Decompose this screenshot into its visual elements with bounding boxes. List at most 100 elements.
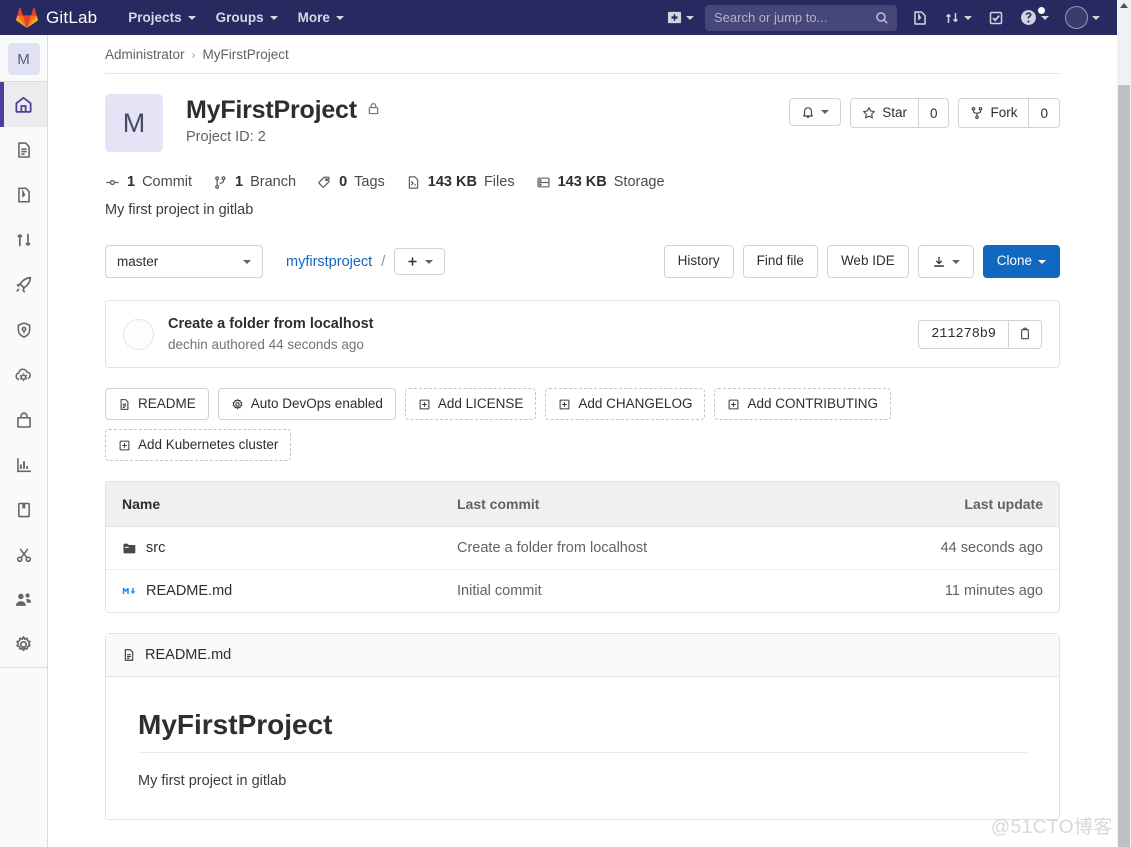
gitlab-logo-link[interactable]: GitLab (0, 7, 111, 28)
merge-requests-button[interactable] (937, 4, 979, 32)
breadcrumb-separator: › (191, 47, 196, 62)
sidebar-item-packages[interactable] (0, 397, 47, 442)
sidebar-item-wiki[interactable] (0, 487, 47, 532)
commit-sha-group: 211278b9 (918, 319, 1042, 349)
scroll-up-arrow-icon[interactable] (1120, 3, 1128, 8)
branch-selector[interactable]: master (105, 245, 263, 278)
sidebar-item-merge-requests[interactable] (0, 217, 47, 262)
find-file-button[interactable]: Find file (742, 245, 818, 278)
nav-item-projects[interactable]: Projects (119, 2, 204, 33)
user-menu-button[interactable] (1058, 0, 1107, 35)
add-contributing-button[interactable]: Add CONTRIBUTING (714, 388, 891, 421)
sidebar-item-ci-cd[interactable] (0, 262, 47, 307)
plus-box-icon (119, 440, 130, 451)
avatar (1065, 6, 1088, 29)
sidebar-item-security[interactable] (0, 307, 47, 352)
auto-devops-badge-button[interactable]: Auto DevOps enabled (217, 388, 396, 421)
chevron-down-icon (951, 259, 960, 264)
sidebar-item-settings[interactable] (0, 622, 47, 667)
path-root-link[interactable]: myfirstproject (286, 254, 372, 270)
stat-storage[interactable]: 143 KB Storage (536, 174, 665, 190)
add-license-button[interactable]: Add LICENSE (404, 388, 537, 421)
stat-files-label: Files (483, 174, 515, 190)
chevron-down-icon (269, 15, 278, 20)
file-last-commit[interactable]: Initial commit (457, 583, 893, 599)
scrollbar-thumb[interactable] (1118, 85, 1130, 847)
chevron-down-icon (187, 15, 196, 20)
gitlab-brand-text: GitLab (46, 7, 98, 27)
commit-sha[interactable]: 211278b9 (918, 319, 1008, 349)
stat-commits-value: 1 (127, 174, 136, 190)
sidebar-item-issues[interactable] (0, 172, 47, 217)
chevron-down-icon (964, 15, 972, 20)
notification-settings-button[interactable] (789, 98, 842, 126)
issues-button[interactable] (905, 4, 935, 32)
sidebar-item-snippets[interactable] (0, 532, 47, 577)
history-button[interactable]: History (663, 245, 734, 278)
sidebar-item-operations[interactable] (0, 352, 47, 397)
gear-icon (16, 636, 31, 652)
file-icon (408, 175, 419, 189)
sidebar-item-project-overview[interactable] (0, 82, 47, 127)
storage-icon (537, 177, 550, 187)
add-changelog-button[interactable]: Add CHANGELOG (545, 388, 706, 421)
stat-files[interactable]: 143 KB Files (406, 174, 515, 190)
fork-button-group: Fork 0 (958, 98, 1060, 129)
file-name-link[interactable]: README.md (146, 583, 232, 599)
file-name-cell: README.md (122, 583, 457, 599)
readme-badge-button[interactable]: README (105, 388, 209, 421)
table-row[interactable]: README.md Initial commit 11 minutes ago (106, 570, 1059, 613)
commit-title[interactable]: Create a folder from localhost (168, 316, 373, 332)
page-scrollbar[interactable] (1117, 0, 1131, 847)
web-ide-button[interactable]: Web IDE (826, 245, 909, 278)
breadcrumb-project[interactable]: MyFirstProject (203, 47, 289, 62)
sidebar-item-repository[interactable] (0, 127, 47, 172)
sidebar-project-avatar-wrap[interactable]: M (0, 35, 47, 81)
add-kubernetes-cluster-button[interactable]: Add Kubernetes cluster (105, 429, 292, 462)
stat-branches[interactable]: 1 Branch (213, 174, 296, 190)
file-last-commit[interactable]: Create a folder from localhost (457, 540, 893, 556)
nav-item-more[interactable]: More (289, 2, 353, 33)
readme-card-header[interactable]: README.md (106, 634, 1059, 678)
star-button[interactable]: Star (850, 98, 919, 129)
stat-tags[interactable]: 0 Tags (317, 174, 385, 190)
sidebar-item-members[interactable] (0, 577, 47, 622)
todos-button[interactable] (981, 4, 1011, 32)
plus-box-icon (559, 399, 570, 410)
download-button[interactable] (917, 245, 974, 278)
breadcrumb-owner[interactable]: Administrator (105, 47, 185, 62)
branch-icon (215, 175, 226, 189)
search-input[interactable] (714, 10, 888, 25)
column-header-name: Name (122, 496, 161, 513)
download-icon (933, 256, 944, 267)
table-row[interactable]: src Create a folder from localhost 44 se… (106, 527, 1059, 571)
plus-icon (408, 257, 417, 266)
auto-devops-badge-label: Auto DevOps enabled (250, 396, 383, 411)
nav-item-groups[interactable]: Groups (207, 2, 287, 33)
help-button[interactable] (1013, 3, 1056, 32)
file-name-link[interactable]: src (146, 540, 165, 556)
repository-actions: History Find file Web IDE Clone (663, 245, 1060, 278)
search-icon (875, 11, 889, 25)
copy-sha-button[interactable] (1008, 319, 1042, 349)
gitlab-tanuki-icon (16, 7, 38, 28)
search-box[interactable] (705, 4, 897, 31)
clone-button[interactable]: Clone (982, 245, 1060, 278)
new-item-button[interactable] (660, 4, 701, 31)
stat-commits-label: Commit (142, 174, 193, 190)
add-kubernetes-label: Add Kubernetes cluster (138, 437, 279, 453)
sidebar-item-analytics[interactable] (0, 442, 47, 487)
fork-count[interactable]: 0 (1029, 98, 1060, 129)
help-circle-icon (1021, 10, 1036, 25)
star-count[interactable]: 0 (918, 98, 950, 129)
fork-button[interactable]: Fork (958, 98, 1030, 129)
stat-commits[interactable]: 1 Commit (105, 174, 192, 190)
add-to-repo-button[interactable] (394, 248, 446, 275)
readme-paragraph: My first project in gitlab (138, 773, 287, 790)
scissors-icon (16, 547, 31, 562)
chevron-down-icon (425, 259, 434, 264)
nav-groups-label: Groups (215, 10, 264, 25)
main-nav-links: Projects Groups More (119, 2, 353, 33)
last-commit-card: Create a folder from localhost dechin au… (105, 300, 1060, 368)
people-icon (15, 593, 32, 606)
